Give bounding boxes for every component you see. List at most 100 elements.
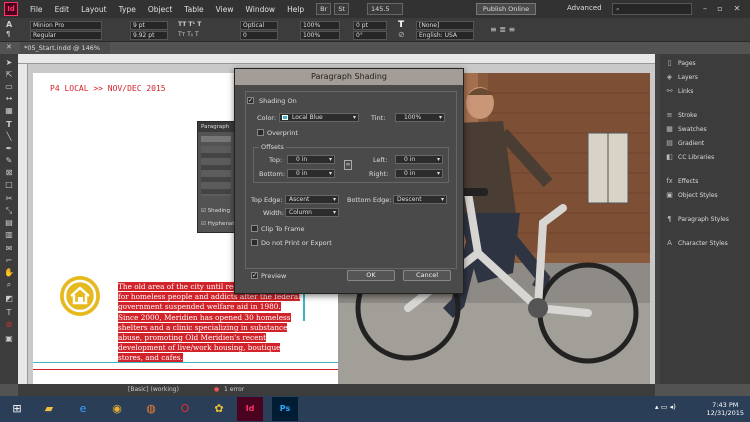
note-tool-icon[interactable]: ✉ [3, 244, 15, 254]
kerning-field[interactable]: Optical [240, 21, 278, 30]
preflight-errors[interactable]: 1 error [224, 386, 244, 393]
font-size-field[interactable]: 9 pt [130, 21, 168, 30]
eyedropper-icon[interactable]: ⌐ [3, 256, 15, 266]
firefox-icon[interactable]: ◍ [138, 397, 164, 421]
tray-icons[interactable]: ▴ ▭ ◂) [655, 403, 676, 411]
panel-gradient[interactable]: ▤ Gradient [664, 138, 748, 149]
zoom-field[interactable]: 145.5 [367, 3, 403, 15]
photos-icon[interactable]: ✿ [206, 397, 232, 421]
tt-small-icon[interactable]: Tт T₁ T [178, 31, 199, 38]
left-offset-field[interactable]: 0 in [395, 155, 443, 164]
bottom-offset-field[interactable]: 0 in [287, 169, 335, 178]
home-badge[interactable] [60, 276, 100, 316]
menu-edit[interactable]: Edit [49, 5, 76, 14]
menu-table[interactable]: Table [178, 5, 209, 14]
no-print-checkbox[interactable] [251, 239, 258, 246]
file-explorer-icon[interactable]: ▰ [36, 397, 62, 421]
pencil-tool-icon[interactable]: ✎ [3, 156, 15, 166]
minimize-icon[interactable]: – [698, 3, 712, 15]
document-tab[interactable]: *05_Start.indd @ 146% [20, 42, 110, 54]
top-offset-field[interactable]: 0 in [287, 155, 335, 164]
type-tool-icon[interactable]: T [3, 120, 15, 130]
gap-tool-icon[interactable]: ↔ [3, 94, 15, 104]
panel-layers[interactable]: ◈ Layers [664, 72, 748, 83]
menu-layout[interactable]: Layout [75, 5, 113, 14]
indesign-taskbar-icon[interactable]: Id [237, 397, 263, 421]
paragraph-mode-icon[interactable]: ¶ [6, 30, 10, 38]
color-select[interactable]: Local Blue [279, 113, 359, 122]
cancel-button[interactable]: Cancel [403, 270, 451, 281]
chrome-icon[interactable]: ◉ [104, 397, 130, 421]
photoshop-taskbar-icon[interactable]: Ps [272, 397, 298, 421]
fill-stroke-icon[interactable]: ◩ [3, 294, 15, 304]
preview-checkbox[interactable]: ✓ [251, 272, 258, 279]
windows-start-icon[interactable]: ⊞ [4, 397, 30, 421]
horizontal-scale-field[interactable]: 100% [300, 31, 340, 40]
stock-button[interactable]: St [334, 3, 349, 15]
font-family-field[interactable]: Minion Pro [30, 21, 102, 30]
tracking-field[interactable]: 0 [240, 31, 278, 40]
preflight-profile[interactable]: [Basic] (working) [128, 386, 179, 393]
publish-online-button[interactable]: Publish Online [476, 3, 536, 15]
apply-none-icon[interactable]: ⊘ [3, 320, 15, 330]
direct-selection-icon[interactable]: ⇱ [3, 70, 15, 80]
zoom-tool-icon[interactable]: ⌕ [3, 280, 15, 290]
maximize-icon[interactable]: ▫ [713, 3, 727, 15]
vertical-scale-field[interactable]: 100% [300, 21, 340, 30]
align-buttons[interactable] [201, 136, 231, 142]
menu-type[interactable]: Type [113, 5, 142, 14]
menu-window[interactable]: Window [239, 5, 281, 14]
gradient-feather-icon[interactable]: ▥ [3, 230, 15, 240]
panel-stroke[interactable]: ≡ Stroke [664, 110, 748, 121]
font-style-field[interactable]: Regular [30, 31, 102, 40]
panel-paragraph-styles[interactable]: ¶ Paragraph Styles [664, 214, 748, 225]
skew-field[interactable]: 0° [353, 31, 387, 40]
internet-explorer-icon[interactable]: e [70, 397, 96, 421]
hyphenate-checkbox[interactable]: ☑ Hyphenate [201, 221, 238, 227]
align-icons[interactable]: ≡ ≣ ≡ [490, 25, 515, 34]
content-collector-icon[interactable]: ▦ [3, 106, 15, 116]
link-icon[interactable]: ∞ [344, 160, 352, 170]
stroke-none-icon[interactable]: ⊘ [398, 30, 405, 39]
panel-cc-libraries[interactable]: ◧ CC Libraries [664, 152, 748, 163]
hand-tool-icon[interactable]: ✋ [3, 268, 15, 278]
text-fill-icon[interactable]: T [398, 20, 404, 30]
workspace-switcher[interactable]: Advanced [567, 4, 602, 12]
tint-select[interactable]: 100% [395, 113, 445, 122]
character-style-field[interactable]: [None] [416, 21, 474, 30]
bottom-edge-select[interactable]: Descent [393, 195, 447, 204]
menu-object[interactable]: Object [142, 5, 178, 14]
menu-help[interactable]: Help [281, 5, 310, 14]
panel-object-styles[interactable]: ▣ Object Styles [664, 190, 748, 201]
selection-tool-icon[interactable]: ➤ [3, 58, 15, 68]
rectangle-frame-icon[interactable]: ⊠ [3, 168, 15, 178]
panel-swatches[interactable]: ▦ Swatches [664, 124, 748, 135]
ok-button[interactable]: OK [347, 270, 395, 281]
vertical-ruler[interactable] [18, 64, 28, 384]
tt-icon[interactable]: TT T¹ T [178, 21, 201, 28]
shading-on-checkbox[interactable]: ✓ [247, 97, 254, 104]
free-transform-icon[interactable]: ⤡ [3, 206, 15, 216]
panel-effects[interactable]: fx Effects [664, 176, 748, 187]
page-header-text[interactable]: P4 LOCAL >> NOV/DEC 2015 [50, 84, 166, 93]
page-tool-icon[interactable]: ▭ [3, 82, 15, 92]
shading-checkbox[interactable]: ☑ Shading [201, 208, 230, 214]
bridge-button[interactable]: Br [316, 3, 332, 15]
indent-fields[interactable] [201, 146, 231, 196]
character-mode-icon[interactable]: A [6, 20, 12, 29]
language-field[interactable]: English: USA [416, 31, 474, 40]
tab-close-icon[interactable]: ✕ [6, 43, 12, 51]
close-icon[interactable]: ✕ [730, 3, 744, 15]
search-input[interactable]: ⌕ [612, 3, 692, 15]
horizontal-ruler[interactable] [18, 54, 655, 64]
panel-character-styles[interactable]: A Character Styles [664, 238, 748, 249]
menu-file[interactable]: File [24, 5, 49, 14]
formatting-icon[interactable]: T [3, 308, 15, 318]
scissors-icon[interactable]: ✂ [3, 194, 15, 204]
right-offset-field[interactable]: 0 in [395, 169, 443, 178]
rectangle-tool-icon[interactable]: □ [3, 180, 15, 190]
screen-mode-icon[interactable]: ▣ [3, 334, 15, 344]
top-edge-select[interactable]: Ascent [285, 195, 339, 204]
leading-field[interactable]: 9.92 pt [130, 31, 168, 40]
paragraph-panel[interactable]: Paragraph ☑ Shading ☑ Hyphenate [197, 121, 238, 233]
